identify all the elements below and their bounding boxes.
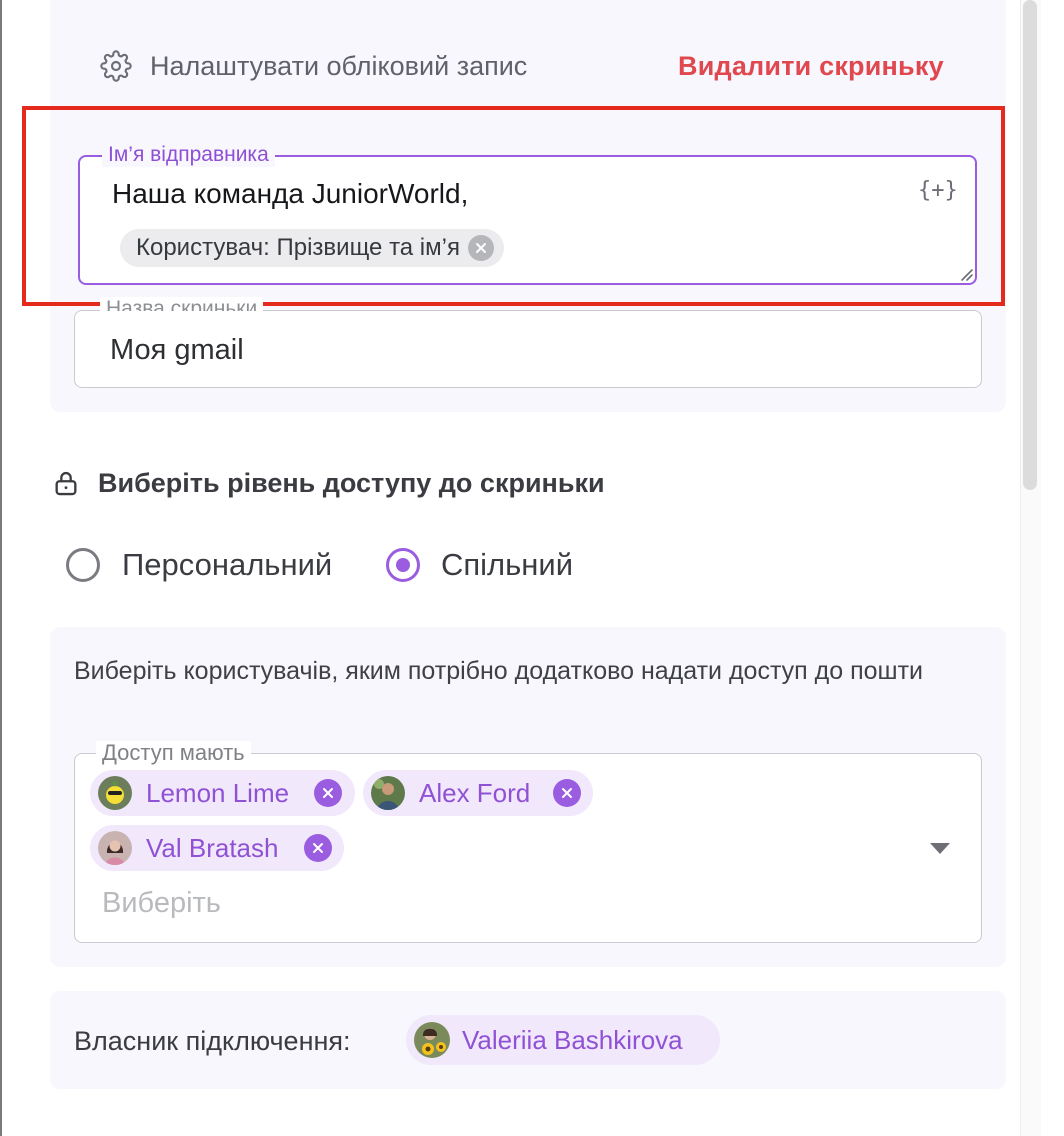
annotation-highlight xyxy=(22,106,1005,306)
radio-personal[interactable] xyxy=(66,548,100,582)
users-description: Виберіть користувачів, яким потрібно дод… xyxy=(74,657,924,685)
user-chip-label: Lemon Lime xyxy=(146,778,290,808)
radio-selected-dot xyxy=(396,558,410,572)
owner-chip: Valeriia Bashkirova xyxy=(406,1015,720,1065)
gear-icon[interactable] xyxy=(100,50,132,82)
avatar xyxy=(98,776,132,810)
mailbox-name-value[interactable]: Моя gmail xyxy=(110,330,244,370)
radio-shared-label[interactable]: Спільний xyxy=(441,544,573,586)
user-chip: Alex Ford xyxy=(363,770,593,816)
lock-icon xyxy=(55,471,77,496)
radio-personal-label[interactable]: Персональний xyxy=(122,544,332,586)
owner-label: Власник підключення: xyxy=(74,1026,351,1056)
close-icon[interactable] xyxy=(553,779,581,807)
setup-account-link[interactable]: Налаштувати обліковий запис xyxy=(150,46,527,86)
user-chip: Val Bratash xyxy=(90,825,344,871)
avatar xyxy=(371,776,405,810)
avatar xyxy=(414,1022,450,1058)
user-chip-label: Val Bratash xyxy=(146,833,279,863)
mailbox-name-label: Назва скриньки xyxy=(100,297,264,311)
chevron-down-icon[interactable] xyxy=(930,843,950,854)
window-edge xyxy=(0,0,2,1136)
users-select-placeholder[interactable]: Виберіть xyxy=(102,883,221,923)
radio-shared[interactable] xyxy=(386,548,420,582)
access-users-label: Доступ мають xyxy=(96,741,251,765)
delete-mailbox-link[interactable]: Видалити скриньку xyxy=(678,46,944,86)
close-icon[interactable] xyxy=(314,779,342,807)
avatar xyxy=(98,831,132,865)
close-icon[interactable] xyxy=(304,834,332,862)
user-chip-label: Alex Ford xyxy=(419,778,531,808)
scrollbar-thumb[interactable] xyxy=(1023,0,1037,490)
access-level-title: Виберіть рівень доступу до скриньки xyxy=(98,468,605,498)
owner-chip-label: Valeriia Bashkirova xyxy=(462,1025,683,1055)
user-chip: Lemon Lime xyxy=(90,770,355,816)
